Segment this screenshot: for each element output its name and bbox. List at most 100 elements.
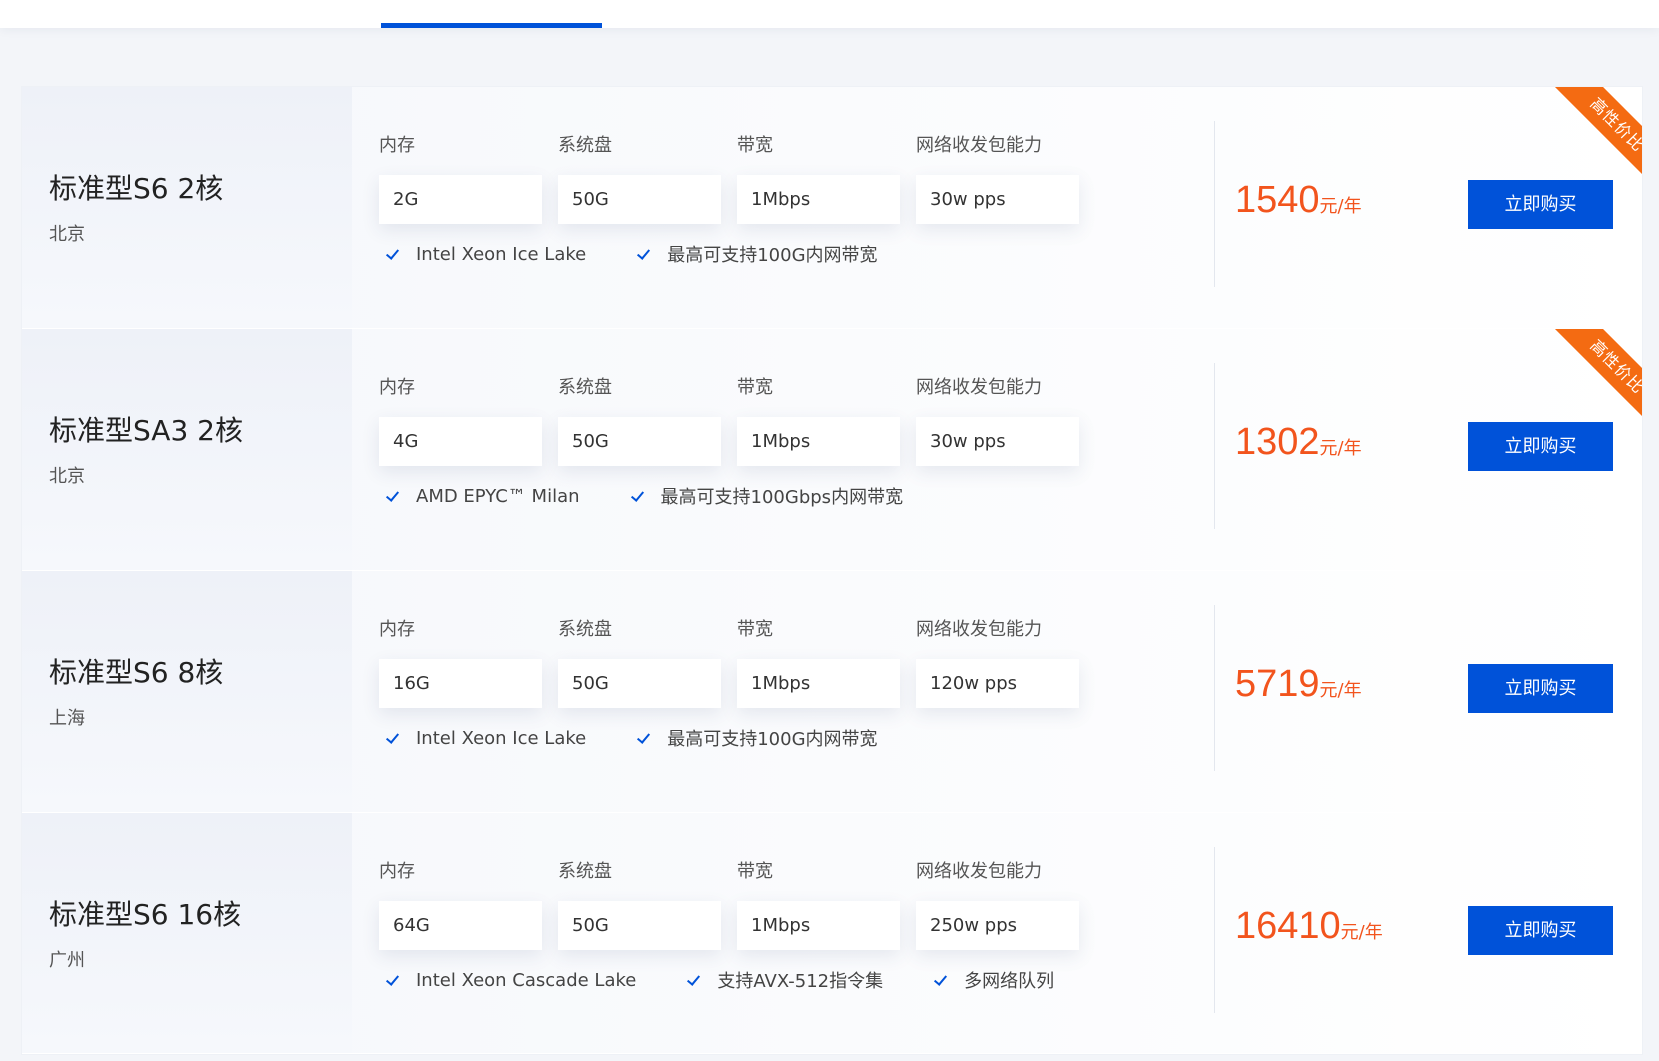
product-header: 标准型S6 2核 北京	[22, 87, 352, 328]
badge-label: 高性价比	[1543, 87, 1642, 200]
spec-label-bandwidth: 带宽	[737, 135, 773, 156]
check-icon	[386, 731, 400, 745]
feature-item: 最高可支持100G内网带宽	[630, 241, 877, 267]
price-unit: 元/年	[1319, 680, 1362, 701]
check-icon	[386, 973, 400, 987]
spec-label-bandwidth: 带宽	[737, 377, 773, 398]
check-icon	[637, 247, 651, 261]
product-title: 标准型SA3 2核	[49, 414, 243, 447]
product-list: 标准型S6 2核 北京 内存 2G 系统盘 50G 带宽 1Mbps 网络收发包…	[21, 86, 1643, 1055]
top-tab-bar	[0, 0, 1659, 28]
product-header: 标准型S6 8核 上海	[22, 571, 352, 812]
spec-label-bandwidth: 带宽	[737, 619, 773, 640]
spec-label-memory: 内存	[379, 135, 415, 156]
feature-text: Intel Xeon Ice Lake	[416, 243, 587, 265]
product-header: 标准型S6 16核 广州	[22, 813, 352, 1053]
product-region: 北京	[49, 224, 85, 245]
spec-value-memory: 4G	[379, 417, 542, 466]
spec-label-disk: 系统盘	[558, 861, 612, 882]
feature-text: 最高可支持100G内网带宽	[667, 729, 878, 750]
spec-label-bandwidth: 带宽	[737, 861, 773, 882]
badge-ribbon: 高性价比	[1543, 329, 1642, 442]
price-value: 1540	[1235, 179, 1320, 221]
buy-now-button[interactable]: 立即购买	[1468, 664, 1613, 713]
price-value: 5719	[1235, 663, 1320, 705]
check-icon	[386, 489, 400, 503]
spec-value-pps: 250w pps	[916, 901, 1079, 950]
spec-value-disk: 50G	[558, 175, 721, 224]
price-unit: 元/年	[1340, 922, 1383, 943]
feature-item: 最高可支持100G内网带宽	[630, 725, 877, 751]
spec-label-disk: 系统盘	[558, 377, 612, 398]
feature-text: 最高可支持100G内网带宽	[667, 245, 878, 266]
spec-value-memory: 64G	[379, 901, 542, 950]
spec-value-memory: 2G	[379, 175, 542, 224]
product-title: 标准型S6 8核	[49, 656, 224, 689]
check-icon	[687, 973, 701, 987]
spec-value-disk: 50G	[558, 417, 721, 466]
badge-label: 高性价比	[1543, 329, 1642, 442]
feature-text: AMD EPYC™ Milan	[416, 485, 580, 507]
spec-value-bandwidth: 1Mbps	[737, 659, 900, 708]
spec-value-disk: 50G	[558, 659, 721, 708]
product-title: 标准型S6 16核	[49, 898, 242, 931]
divider	[1214, 847, 1215, 1013]
check-icon	[637, 731, 651, 745]
spec-value-bandwidth: 1Mbps	[737, 901, 900, 950]
spec-value-bandwidth: 1Mbps	[737, 417, 900, 466]
spec-label-disk: 系统盘	[558, 619, 612, 640]
product-title: 标准型S6 2核	[49, 172, 224, 205]
spec-label-pps: 网络收发包能力	[916, 619, 1042, 640]
check-icon	[386, 247, 400, 261]
feature-list: Intel Xeon Ice Lake 最高可支持100G内网带宽	[379, 725, 922, 751]
feature-item: Intel Xeon Ice Lake	[379, 244, 586, 265]
product-region: 广州	[49, 950, 85, 971]
feature-text: 多网络队列	[964, 971, 1055, 992]
product-specs: 内存 4G 系统盘 50G 带宽 1Mbps 网络收发包能力 30w pps A…	[379, 329, 1209, 570]
product-card: 标准型S6 2核 北京 内存 2G 系统盘 50G 带宽 1Mbps 网络收发包…	[22, 87, 1642, 329]
spec-label-memory: 内存	[379, 619, 415, 640]
feature-text: 支持AVX-512指令集	[717, 971, 884, 992]
price: 1540元/年	[1235, 179, 1362, 222]
product-card: 标准型S6 8核 上海 内存 16G 系统盘 50G 带宽 1Mbps 网络收发…	[22, 571, 1642, 813]
spec-label-pps: 网络收发包能力	[916, 377, 1042, 398]
buy-now-button[interactable]: 立即购买	[1468, 906, 1613, 955]
feature-item: Intel Xeon Ice Lake	[379, 728, 586, 749]
spec-value-pps: 120w pps	[916, 659, 1079, 708]
feature-list: Intel Xeon Ice Lake 最高可支持100G内网带宽	[379, 241, 922, 267]
check-icon	[934, 973, 948, 987]
price-unit: 元/年	[1319, 438, 1362, 459]
spec-label-pps: 网络收发包能力	[916, 861, 1042, 882]
spec-label-disk: 系统盘	[558, 135, 612, 156]
feature-text: Intel Xeon Ice Lake	[416, 727, 587, 749]
product-specs: 内存 2G 系统盘 50G 带宽 1Mbps 网络收发包能力 30w pps I…	[379, 87, 1209, 328]
product-specs: 内存 16G 系统盘 50G 带宽 1Mbps 网络收发包能力 120w pps…	[379, 571, 1209, 812]
divider	[1214, 121, 1215, 287]
divider	[1214, 605, 1215, 771]
feature-item: AMD EPYC™ Milan	[379, 486, 580, 507]
product-card: 标准型S6 16核 广州 内存 64G 系统盘 50G 带宽 1Mbps 网络收…	[22, 813, 1642, 1054]
feature-list: Intel Xeon Cascade Lake 支持AVX-512指令集 多网络…	[379, 967, 1098, 993]
spec-label-memory: 内存	[379, 861, 415, 882]
price-unit: 元/年	[1319, 196, 1362, 217]
feature-item: 最高可支持100Gbps内网带宽	[624, 483, 904, 509]
price: 16410元/年	[1235, 905, 1383, 948]
check-icon	[631, 489, 645, 503]
spec-value-bandwidth: 1Mbps	[737, 175, 900, 224]
price-value: 1302	[1235, 421, 1320, 463]
product-region: 北京	[49, 466, 85, 487]
product-card: 标准型SA3 2核 北京 内存 4G 系统盘 50G 带宽 1Mbps 网络收发…	[22, 329, 1642, 571]
feature-item: 支持AVX-512指令集	[680, 967, 883, 993]
badge-ribbon: 高性价比	[1543, 87, 1642, 200]
feature-item: 多网络队列	[927, 967, 1054, 993]
spec-label-pps: 网络收发包能力	[916, 135, 1042, 156]
product-region: 上海	[49, 708, 85, 729]
product-header: 标准型SA3 2核 北京	[22, 329, 352, 570]
feature-item: Intel Xeon Cascade Lake	[379, 970, 636, 991]
spec-value-pps: 30w pps	[916, 175, 1079, 224]
price: 5719元/年	[1235, 663, 1362, 706]
active-tab-indicator	[381, 23, 602, 28]
spec-value-memory: 16G	[379, 659, 542, 708]
price-value: 16410	[1235, 905, 1341, 947]
divider	[1214, 363, 1215, 529]
